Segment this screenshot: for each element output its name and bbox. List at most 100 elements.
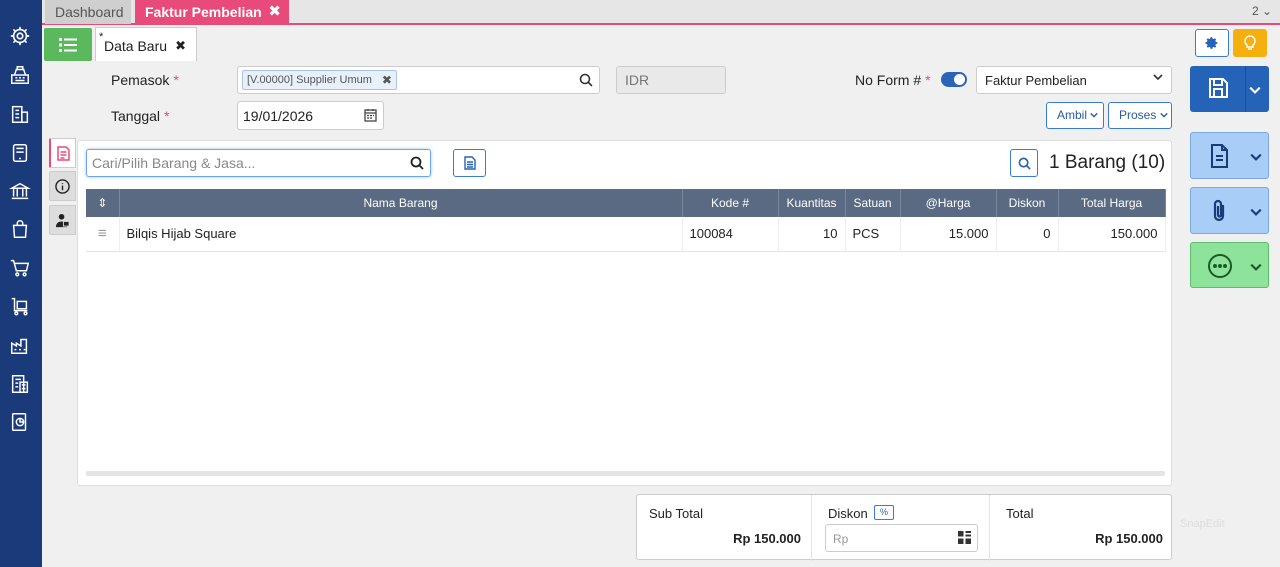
form-type-value: Faktur Pembelian <box>985 73 1087 88</box>
sort-handle-header[interactable]: ⇕ <box>86 189 120 217</box>
calendar-icon[interactable] <box>364 108 377 125</box>
bank-icon[interactable] <box>7 178 33 204</box>
tanggal-label: Tanggal * <box>111 108 170 124</box>
chevron-down-icon <box>1153 72 1163 85</box>
building-icon[interactable] <box>7 101 33 127</box>
item-list-button[interactable] <box>453 149 486 177</box>
drag-handle-icon[interactable]: ≡ <box>86 217 120 252</box>
chevron-down-icon <box>1090 112 1099 118</box>
tab-faktur-label: Faktur Pembelian <box>145 4 262 20</box>
proses-button[interactable]: Proses <box>1108 102 1172 129</box>
tablet-icon[interactable] <box>7 140 33 166</box>
search-icon[interactable] <box>410 156 424 173</box>
pemasok-label: Pemasok * <box>111 72 179 88</box>
cash-register-icon[interactable] <box>7 62 33 88</box>
ambil-button[interactable]: Ambil <box>1046 102 1104 129</box>
cell-item-name[interactable]: Bilqis Hijab Square <box>119 217 683 252</box>
save-button[interactable] <box>1190 66 1269 112</box>
pemasok-label-text: Pemasok <box>111 72 170 88</box>
tab-data-baru[interactable]: * Data Baru ✖ <box>95 27 197 61</box>
shopping-bag-icon[interactable] <box>7 216 33 242</box>
proses-label: Proses <box>1119 108 1157 122</box>
cell-unit[interactable]: PCS <box>845 217 901 252</box>
info-icon <box>55 178 70 194</box>
calculator-icon[interactable] <box>958 531 971 547</box>
close-tab-icon[interactable]: ✖ <box>268 0 281 24</box>
cell-discount[interactable]: 0 <box>996 217 1059 252</box>
supplier-select[interactable]: [V.00000] Supplier Umum ✖ <box>237 66 600 94</box>
discount-input[interactable]: Rp <box>825 524 978 552</box>
no-form-label: No Form # * <box>855 72 931 88</box>
column-header-satuan[interactable]: Satuan <box>845 189 901 217</box>
main-sidebar <box>0 0 42 567</box>
delivery-cart-icon[interactable] <box>7 293 33 319</box>
column-header-total-harga[interactable]: Total Harga <box>1058 189 1166 217</box>
item-search-button[interactable] <box>1010 149 1038 177</box>
column-header-kode[interactable]: Kode # <box>682 189 779 217</box>
tanggal-label-text: Tanggal <box>111 108 161 124</box>
item-count: 1 Barang (10) <box>1049 152 1166 173</box>
chevron-down-icon <box>1159 112 1168 118</box>
chevron-down-icon[interactable] <box>1250 261 1262 276</box>
document-icon <box>463 156 476 170</box>
date-value: 19/01/2026 <box>243 108 314 124</box>
tab-items-detail[interactable] <box>49 138 76 168</box>
remove-supplier-icon[interactable]: ✖ <box>382 71 392 89</box>
form-type-select[interactable]: Faktur Pembelian <box>976 66 1172 94</box>
search-icon <box>1018 157 1031 170</box>
horizontal-scrollbar[interactable] <box>86 471 1165 476</box>
column-header-diskon[interactable]: Diskon <box>996 189 1059 217</box>
tab-info[interactable] <box>49 171 76 201</box>
cell-quantity[interactable]: 10 <box>778 217 846 252</box>
factory-icon[interactable] <box>7 332 33 358</box>
watermark-text: SnapEdit <box>1180 518 1225 530</box>
chevron-down-icon[interactable] <box>1250 206 1262 221</box>
close-data-tab-icon[interactable]: ✖ <box>175 38 186 54</box>
table-header-row: ⇕ Nama Barang Kode # Kuantitas Satuan @H… <box>86 189 1166 217</box>
chevron-down-icon[interactable] <box>1249 84 1261 99</box>
item-search-input[interactable] <box>87 150 430 176</box>
more-actions-button[interactable] <box>1190 242 1269 288</box>
tab-bar: Dashboard Faktur Pembelian ✖ 2 ⌄ <box>42 0 1280 25</box>
search-icon[interactable] <box>579 73 593 90</box>
column-header-nama-barang[interactable]: Nama Barang <box>119 189 683 217</box>
document-actions-button[interactable] <box>1190 132 1269 179</box>
subtotal-label: Sub Total <box>649 506 703 521</box>
ambil-label: Ambil <box>1057 108 1088 122</box>
gear-icon[interactable] <box>7 23 33 49</box>
required-mark: * <box>164 108 170 124</box>
cart-icon[interactable] <box>7 255 33 281</box>
report-icon[interactable] <box>7 409 33 435</box>
tab-faktur-pembelian[interactable]: Faktur Pembelian ✖ <box>135 0 289 24</box>
auto-number-toggle[interactable] <box>941 72 967 87</box>
more-icon <box>1207 253 1233 282</box>
percent-toggle-button[interactable]: % <box>874 505 895 520</box>
cell-price[interactable]: 15.000 <box>900 217 997 252</box>
save-icon <box>1206 76 1230 103</box>
unsaved-marker: * <box>99 31 104 43</box>
save-split-divider <box>1245 66 1246 112</box>
list-view-button[interactable] <box>44 28 92 61</box>
column-header-harga[interactable]: @Harga <box>900 189 997 217</box>
tax-calculator-icon[interactable] <box>7 371 33 397</box>
subtotal-section: Sub Total Rp 150.000 <box>637 495 811 561</box>
subtotal-value: Rp 150.000 <box>733 531 801 546</box>
tab-costs[interactable] <box>49 205 76 235</box>
table-row[interactable]: ≡ Bilqis Hijab Square 100084 10 PCS 15.0… <box>86 217 1166 252</box>
attachment-button[interactable] <box>1190 187 1269 234</box>
total-value: Rp 150.000 <box>1095 531 1163 546</box>
tab-count-dropdown[interactable]: 2 ⌄ <box>1252 4 1272 18</box>
tips-button[interactable] <box>1233 29 1267 57</box>
tab-dashboard[interactable]: Dashboard <box>45 0 131 24</box>
settings-button[interactable] <box>1195 29 1229 57</box>
date-input[interactable]: 19/01/2026 <box>237 101 384 130</box>
tab-data-baru-label: Data Baru <box>104 38 168 54</box>
gear-icon <box>1205 37 1218 49</box>
total-label: Total <box>1006 506 1034 521</box>
supplier-chip-label: [V.00000] Supplier Umum <box>247 74 372 86</box>
required-mark: * <box>925 72 931 88</box>
cell-item-code: 100084 <box>682 217 779 252</box>
column-header-kuantitas[interactable]: Kuantitas <box>778 189 846 217</box>
chevron-down-icon[interactable] <box>1250 151 1262 166</box>
item-search-field[interactable] <box>86 149 431 177</box>
